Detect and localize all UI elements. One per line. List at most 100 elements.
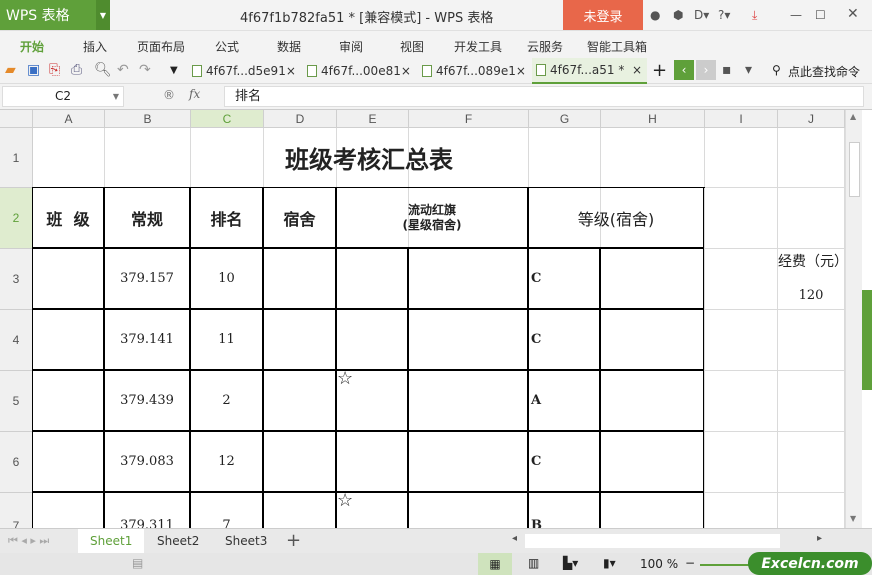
search-icon[interactable]: ⚲ [772,63,781,77]
header-routine[interactable]: 常规 [104,187,190,248]
macro-icon[interactable]: ▤ [132,556,143,570]
cell-class[interactable] [32,370,104,431]
row-header-4[interactable]: 4 [0,310,33,371]
zoom-slider[interactable] [700,564,750,566]
cell-red-flag-2[interactable] [408,309,528,370]
cell-routine[interactable]: 379.083 [104,431,190,492]
maximize-icon[interactable]: ☐ [815,8,826,22]
help-icon[interactable]: ?▾ [718,8,730,22]
print-preview-icon[interactable]: 🔍︎ [94,62,112,78]
save-icon[interactable]: ▣ [27,62,40,78]
column-header-I[interactable]: I [705,110,778,128]
screen-icon[interactable]: ▪ [722,62,732,78]
skin-icon[interactable]: ● [650,8,660,22]
cell-red-flag-2[interactable] [408,492,528,528]
menu-insert[interactable]: 插入 [83,38,107,55]
name-box[interactable]: C2 ▼ [2,86,124,107]
menu-page-layout[interactable]: 页面布局 [137,38,185,55]
horizontal-scrollbar[interactable] [525,534,780,548]
scroll-thumb[interactable] [849,142,860,197]
menu-home[interactable]: 开始 [20,38,44,55]
row-header-6[interactable]: 6 [0,432,33,493]
export-pdf-icon[interactable]: ⎘ [49,62,60,78]
menu-formulas[interactable]: 公式 [215,38,239,55]
doc-tab-2[interactable]: 4f67f...00e81 × [303,58,415,84]
sheet-title[interactable]: 班级考核汇总表 [33,128,705,188]
cell[interactable] [705,310,778,371]
close-icon[interactable]: ✕ [847,6,859,22]
column-header-E[interactable]: E [337,110,409,128]
cell-red-flag[interactable]: ☆ [336,492,408,528]
fx-icon[interactable]: fx [189,87,200,101]
column-header-H[interactable]: H [601,110,705,128]
download-icon[interactable]: ⤓ [752,8,757,23]
cell[interactable] [778,493,845,528]
close-tab-icon[interactable]: × [516,64,526,78]
sheet-tab-1[interactable]: Sheet1 [78,529,145,554]
login-button[interactable]: 未登录 [563,0,643,30]
zoom-level[interactable]: 100 % [640,557,678,571]
row-header-7[interactable]: 7 [0,493,33,528]
doc-tab-1[interactable]: 4f67f...d5e91 × [188,58,300,84]
doc-tab-3[interactable]: 4f67f...089e1 × [418,58,530,84]
menu-data[interactable]: 数据 [277,38,301,55]
row-header-2[interactable]: 2 [0,188,33,249]
cell-grade-2[interactable] [600,492,704,528]
cell-class[interactable] [32,431,104,492]
sheet-tab-2[interactable]: Sheet2 [145,529,211,554]
cell-dorm[interactable] [263,248,336,309]
cell-grade[interactable]: A [528,370,600,431]
column-header-B[interactable]: B [105,110,191,128]
cell-routine[interactable]: 379.157 [104,248,190,309]
formula-input[interactable]: 排名 [224,86,864,107]
close-tab-icon[interactable]: × [286,64,296,78]
cell-red-flag-2[interactable] [408,248,528,309]
menu-developer[interactable]: 开发工具 [454,38,502,55]
tab-prev-icon[interactable]: ‹ [674,60,694,80]
sheet-tab-3[interactable]: Sheet3 [213,529,279,554]
cell-rank[interactable]: 2 [190,370,263,431]
cell-rank[interactable]: 12 [190,431,263,492]
cell-red-flag[interactable] [336,309,408,370]
menu-cloud[interactable]: 云服务 [527,38,563,55]
cell-class[interactable] [32,248,104,309]
cell-red-flag-2[interactable] [408,370,528,431]
eye-protect-icon[interactable]: ▮▾ [603,556,616,570]
cell[interactable] [705,493,778,528]
page-break-view-icon[interactable]: ▥ [528,556,539,570]
cell-grade[interactable]: C [528,309,600,370]
cell-grade[interactable]: C [528,431,600,492]
zoom-out-icon[interactable]: − [685,556,695,570]
cell[interactable] [778,128,845,188]
cell-red-flag[interactable]: ☆ [336,370,408,431]
cell-class[interactable] [32,492,104,528]
cell-rank[interactable]: 7 [190,492,263,528]
cell-rank[interactable]: 10 [190,248,263,309]
app-menu-button[interactable]: WPS 表格 ▼ [0,0,110,30]
cell-red-flag[interactable] [336,248,408,309]
column-header-F[interactable]: F [409,110,529,128]
header-rank[interactable]: 排名 [190,187,263,248]
cell-red-flag-2[interactable] [408,431,528,492]
cell-grade-2[interactable] [600,248,704,309]
cell-grade[interactable]: B [528,492,600,528]
scroll-up-icon[interactable]: ▲ [850,112,856,121]
more-dropdown-icon[interactable]: ▼ [170,65,178,76]
cell-routine[interactable]: 379.141 [104,309,190,370]
cell-class[interactable] [32,309,104,370]
row-header-5[interactable]: 5 [0,371,33,432]
normal-view-icon[interactable]: ▦ [478,553,512,575]
sheet-nav-icon[interactable]: ⏮ ◂ ▸ ⏭ [8,534,49,548]
select-all-corner[interactable] [0,110,33,128]
chevron-down-icon[interactable]: ▼ [113,87,119,106]
header-dorm[interactable]: 宿舍 [263,187,336,248]
close-tab-icon[interactable]: × [632,63,642,77]
minimize-icon[interactable]: — [790,8,802,22]
cell-grade-2[interactable] [600,370,704,431]
cell[interactable] [778,432,845,493]
cell-dorm[interactable] [263,309,336,370]
window-list-icon[interactable]: ▾ [745,62,752,78]
doc-tab-4[interactable]: 4f67f...a51 * × [532,58,647,84]
cell-routine[interactable]: 379.311 [104,492,190,528]
header-dorm-grade[interactable]: 等级(宿舍) [528,187,704,248]
